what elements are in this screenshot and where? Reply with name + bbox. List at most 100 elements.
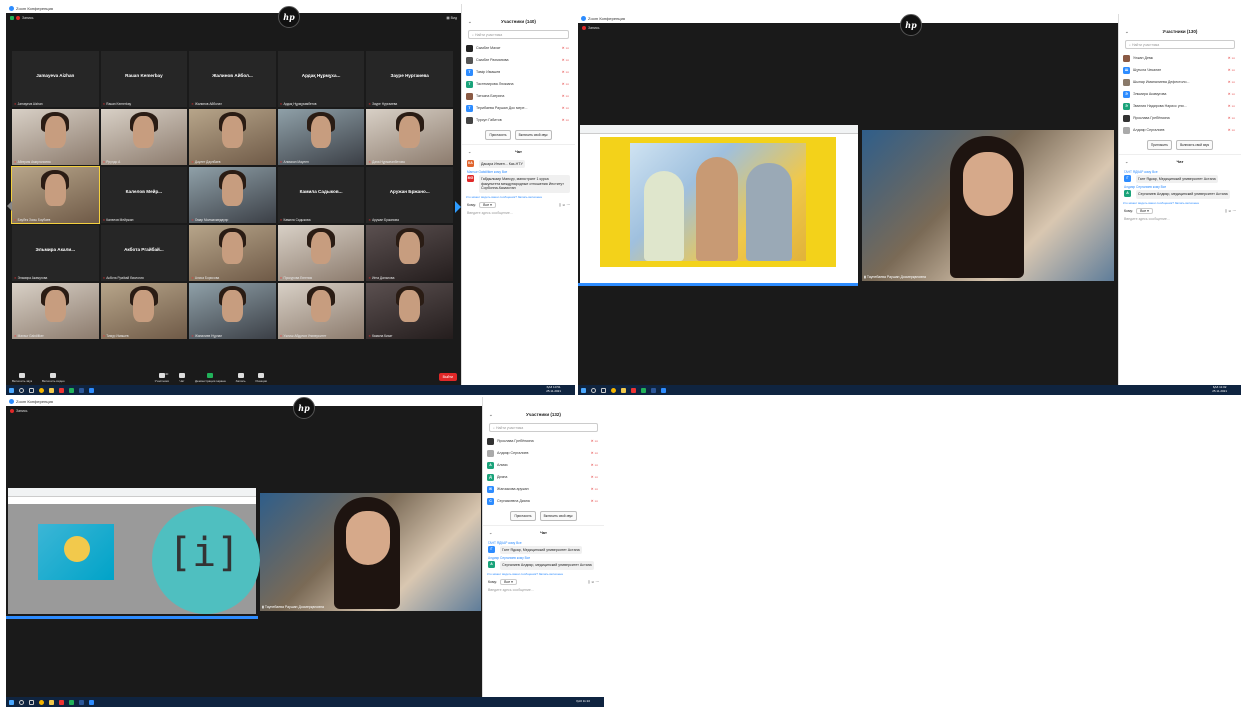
chat-input[interactable]: Введите здесь сообщение... <box>488 588 599 592</box>
participant-tile[interactable]: ✕Жаналиев Нұрлан <box>189 283 276 339</box>
start-video-button[interactable]: Включить видео <box>42 373 65 383</box>
chat-collapse-icon[interactable]: ⌄ <box>489 530 492 535</box>
muted-mic-icon[interactable]: ✕ ▭ <box>562 70 569 74</box>
record-button[interactable]: Запись <box>236 373 246 383</box>
muted-mic-icon[interactable]: ✕ ▭ <box>1228 104 1235 108</box>
muted-mic-icon[interactable]: ✕ ▭ <box>1228 128 1235 132</box>
participants-button[interactable]: Участники 140 <box>155 372 169 383</box>
invite-button[interactable]: Пригласить <box>485 130 511 140</box>
muted-mic-icon[interactable]: ✕ ▭ <box>1228 92 1235 96</box>
chrome-icon[interactable] <box>39 387 44 393</box>
participant-tile[interactable]: ✕Тимур Имашев <box>100 283 188 339</box>
search-icon[interactable] <box>19 699 24 705</box>
muted-mic-icon[interactable]: ✕ ▭ <box>1228 68 1235 72</box>
participant-row[interactable]: Ярослава Гребёнкина ✕ ▭ <box>487 435 600 447</box>
folder-icon[interactable] <box>621 387 626 393</box>
participant-tile[interactable]: Жалинов Айбол... ✕Жалинов Айболат <box>189 51 276 107</box>
chat-input[interactable]: Введите здесь сообщение... <box>1124 217 1236 221</box>
participant-tile[interactable]: ✕Алиса Борисова <box>189 225 276 281</box>
prev-page-arrow-icon[interactable] <box>7 201 12 211</box>
yandex-icon[interactable] <box>631 387 636 393</box>
recipient-select[interactable]: Все ▾ <box>500 578 517 585</box>
reactions-button[interactable]: Реакции <box>256 373 267 383</box>
app-icon[interactable] <box>69 699 74 705</box>
task-view-icon[interactable] <box>29 387 34 393</box>
participant-row[interactable]: Сымбат Махат ✕ ▭ <box>466 42 571 54</box>
recipient-select[interactable]: Все ▾ <box>479 201 496 208</box>
participant-row[interactable]: Т Тастемирова Люзиана ✕ ▭ <box>466 78 571 90</box>
participant-tile[interactable]: Аружан Бржано... ✕Аружан Бржанова <box>366 167 453 223</box>
zoom-taskbar-icon[interactable] <box>661 387 666 393</box>
windows-start-icon[interactable] <box>581 387 586 393</box>
participant-row[interactable]: А Алмаз ✕ ▭ <box>487 459 600 471</box>
file-icon[interactable]: ▯ ☺ ⋯ <box>1225 209 1236 213</box>
recipient-select[interactable]: Все ▾ <box>1136 207 1153 214</box>
participant-tile[interactable]: ✕Ррүлдо А <box>100 109 188 165</box>
muted-mic-icon[interactable]: ✕ ▭ <box>591 451 598 455</box>
participant-row[interactable]: С Сергазиевна Диана ✕ ▭ <box>487 495 600 507</box>
participant-row[interactable]: Э Эльмира Акамугова ✕ ▭ <box>1123 88 1237 100</box>
search-icon[interactable] <box>19 387 24 393</box>
chat-collapse-icon[interactable]: ⌄ <box>468 149 471 154</box>
zoom-taskbar-icon[interactable] <box>89 387 94 393</box>
collapse-chevron-icon[interactable]: ⌄ <box>1125 29 1129 35</box>
word-icon[interactable] <box>79 387 84 393</box>
muted-mic-icon[interactable]: ✕ ▭ <box>1228 116 1235 120</box>
participant-tile[interactable]: Калелов Мейр... ✕Калелов Мейржан <box>100 167 188 223</box>
yandex-icon[interactable] <box>59 387 64 393</box>
muted-mic-icon[interactable]: ✕ ▭ <box>591 463 598 467</box>
muted-mic-icon[interactable]: ✕ ▭ <box>562 106 569 110</box>
chrome-icon[interactable] <box>611 387 616 393</box>
muted-mic-icon[interactable]: ✕ ▭ <box>562 46 569 50</box>
invite-button[interactable]: Пригласить <box>510 511 536 521</box>
participant-row[interactable]: Э Эмилия Надирова Нарисс уни... ✕ ▭ <box>1123 100 1237 112</box>
participant-row[interactable]: Турсун Габитов ✕ ▭ <box>466 114 571 126</box>
app-icon[interactable] <box>69 387 74 393</box>
unmute-self-button[interactable]: Включить свой звук <box>539 511 577 521</box>
yandex-icon[interactable] <box>59 699 64 705</box>
chat-input[interactable]: Введите здесь сообщение... <box>467 211 570 215</box>
participant-row[interactable]: Сымбат Рахманова ✕ ▭ <box>466 54 571 66</box>
muted-mic-icon[interactable]: ✕ ▭ <box>562 82 569 86</box>
collapse-chevron-icon[interactable]: ⌄ <box>468 19 472 25</box>
participant-row[interactable]: Т Тамір Имашев ✕ ▭ <box>466 66 571 78</box>
participant-tile[interactable]: Эльмира Акали... ✕Эльмира Акамугова <box>12 225 99 281</box>
participant-tile[interactable]: Rauan Kemerbay ✕Rauan Kemerbay <box>100 51 188 107</box>
participant-row[interactable]: Д Дияна ✕ ▭ <box>487 471 600 483</box>
chrome-icon[interactable] <box>39 699 44 705</box>
participant-search-input[interactable]: ⌕ Найти участника <box>1125 40 1235 49</box>
muted-mic-icon[interactable]: ✕ ▭ <box>591 487 598 491</box>
participant-tile[interactable]: ✕Игна Дальнова <box>366 225 453 281</box>
windows-start-icon[interactable] <box>9 387 14 393</box>
zoom-taskbar-icon[interactable] <box>89 699 94 705</box>
share-screen-button[interactable]: Демонстрация экрана <box>195 373 226 383</box>
windows-start-icon[interactable] <box>9 699 14 705</box>
muted-mic-icon[interactable]: ✕ ▭ <box>1228 56 1235 60</box>
muted-mic-icon[interactable]: ✕ ▭ <box>591 439 598 443</box>
participant-tile[interactable]: ✕Дана Нұрмағанбетова <box>366 109 453 165</box>
chat-collapse-icon[interactable]: ⌄ <box>1125 159 1128 164</box>
participant-tile[interactable]: ✕Айгерим Амиргалиева <box>12 109 99 165</box>
participant-tile[interactable]: ✕Алимхан Маулен <box>277 109 365 165</box>
participant-tile[interactable]: ✕Mansur Gabdiltker <box>12 283 99 339</box>
participant-row[interactable]: Т Терибаева Раушан Дос мере... ✕ ▭ <box>466 102 571 114</box>
muted-mic-icon[interactable]: ✕ ▭ <box>562 58 569 62</box>
app-icon[interactable] <box>641 387 646 393</box>
task-view-icon[interactable] <box>29 699 34 705</box>
participant-row[interactable]: Шынар Иманалиева Дефектоло... ✕ ▭ <box>1123 76 1237 88</box>
participant-row[interactable]: Ш Шұғыла Чекалин ✕ ▭ <box>1123 64 1237 76</box>
participant-row[interactable]: Ж Жанзакова аружан ✕ ▭ <box>487 483 600 495</box>
participant-row[interactable]: Татьяна Батрина ✕ ▭ <box>466 90 571 102</box>
chat-visibility-note[interactable]: Кто может видеть ваши сообщения? Запись … <box>466 195 571 199</box>
unmute-self-button[interactable]: Включить свой звук <box>514 130 552 140</box>
participant-tile[interactable]: Камила Садыков... ✕Камила Садыкова <box>277 167 365 223</box>
word-icon[interactable] <box>651 387 656 393</box>
participant-row[interactable]: Алдияр Сергалиев ✕ ▭ <box>1123 124 1237 136</box>
participant-tile[interactable]: ✕Камила Кизат <box>366 283 453 339</box>
participant-tile[interactable]: ✕Прокурова Евгения <box>277 225 365 281</box>
collapse-chevron-icon[interactable]: ⌄ <box>489 412 493 418</box>
unmute-self-button[interactable]: Включить свой звук <box>1176 140 1214 150</box>
participant-tile[interactable]: ✕Омар Молмахмедауэр <box>189 167 276 223</box>
file-icon[interactable]: ▯ ☺ ⋯ <box>588 580 599 584</box>
chat-visibility-note[interactable]: Кто может видеть ваши сообщения? Запись … <box>487 572 600 576</box>
